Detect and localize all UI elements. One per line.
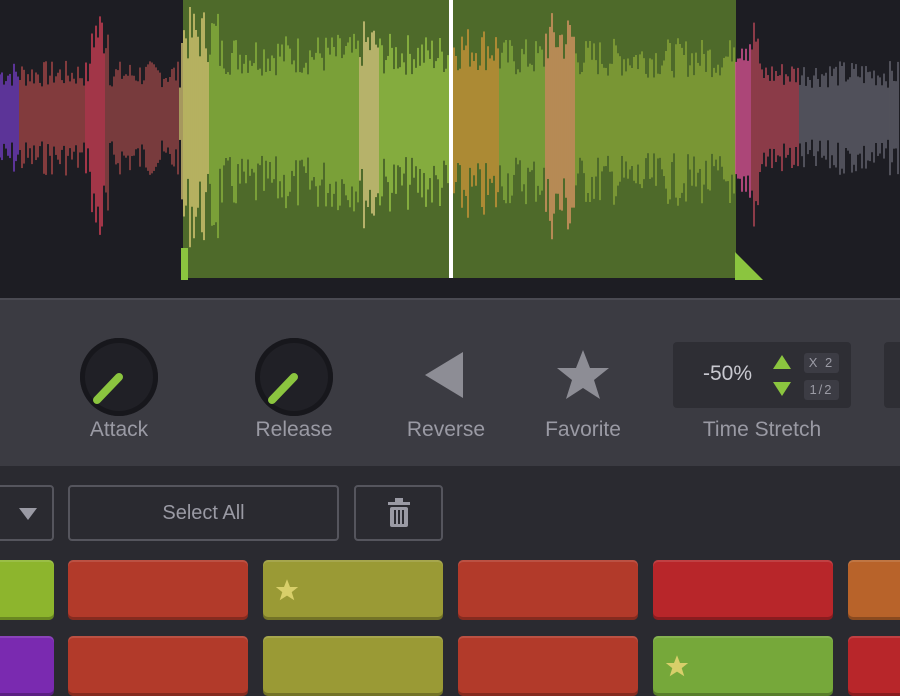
pad-toolbar: Select All [0,466,900,556]
favorite-star-icon [275,579,299,601]
release-knob[interactable] [255,338,333,416]
time-stretch-label: Time Stretch [702,418,822,441]
attack-knob[interactable] [80,338,158,416]
sample-controls-panel: Attack Release Reverse Favorite -50% X 2… [0,298,900,466]
sample-pad[interactable] [458,636,638,696]
next-control-partial[interactable] [884,342,900,408]
sample-pad[interactable] [263,636,443,696]
reverse-label: Reverse [406,418,486,441]
sample-pad[interactable] [0,636,54,696]
sample-pad[interactable] [68,636,248,696]
time-stretch-control: Time Stretch [673,300,851,468]
star-icon [557,350,609,399]
favorite-star-icon [665,655,689,677]
sample-pad[interactable] [263,560,443,620]
release-label: Release [255,418,333,441]
sample-pad[interactable] [848,636,900,696]
sample-pad[interactable] [0,560,54,620]
attack-control[interactable]: Attack [59,300,179,468]
sample-pad[interactable] [848,560,900,620]
release-control[interactable]: Release [234,300,354,468]
trash-icon [388,498,410,527]
waveform-display[interactable] [0,0,900,298]
waveform-canvas[interactable] [0,0,900,298]
region-end-marker[interactable] [735,252,765,282]
favorite-label: Favorite [545,418,621,441]
playhead [449,0,453,280]
favorite-button[interactable]: Favorite [523,300,643,468]
waveform-footer [0,278,900,298]
attack-label: Attack [89,418,149,441]
sample-pad[interactable] [458,560,638,620]
chevron-down-icon [19,508,37,520]
reverse-icon [425,352,463,398]
sample-pad[interactable] [653,636,833,696]
sample-pad-grid [0,556,900,696]
select-all-button[interactable]: Select All [68,485,339,541]
sample-pad[interactable] [68,560,248,620]
reverse-button[interactable]: Reverse [386,300,506,468]
dropdown-button[interactable] [0,485,54,541]
sample-pad[interactable] [653,560,833,620]
region-start-marker[interactable] [181,248,193,280]
delete-button[interactable] [354,485,443,541]
